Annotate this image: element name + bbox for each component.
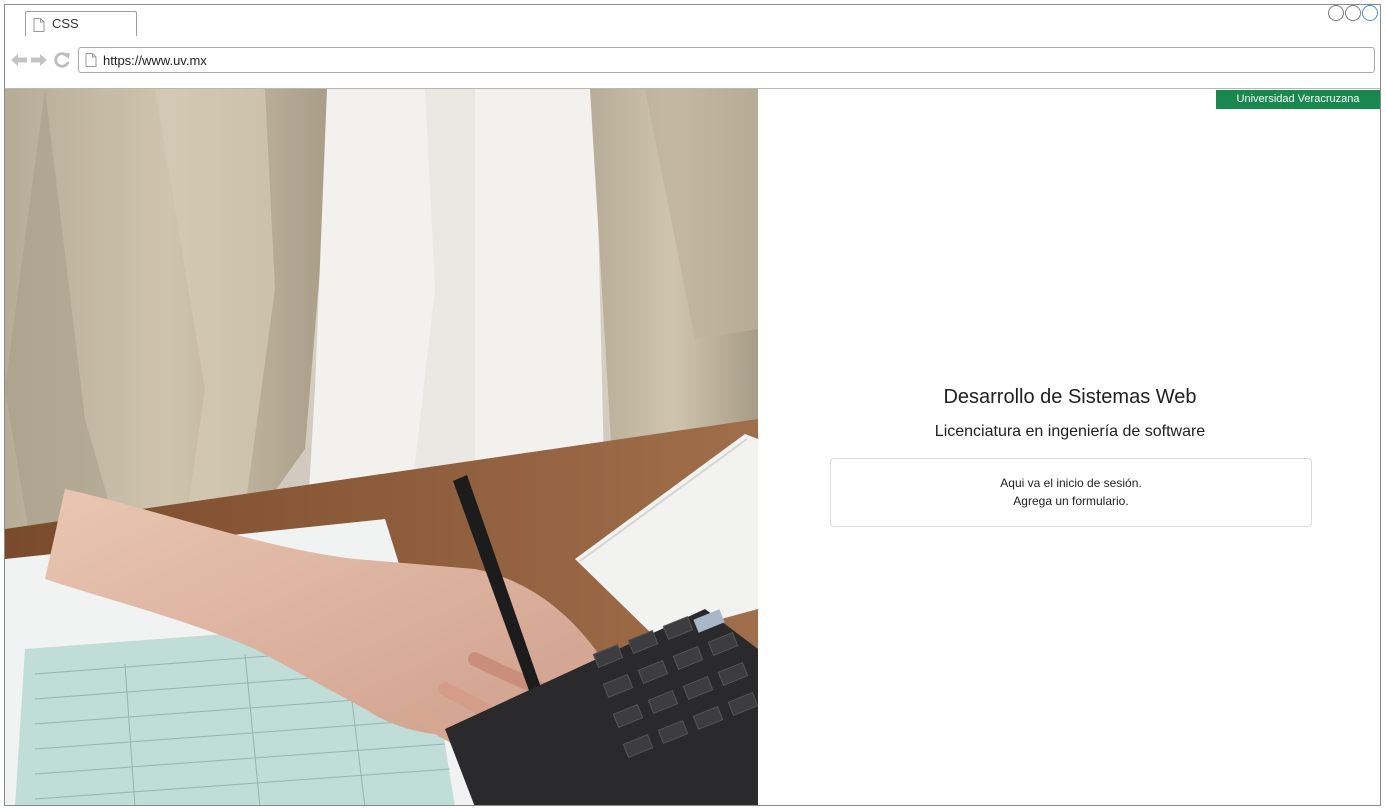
url-input[interactable] <box>103 51 1353 69</box>
page-icon <box>85 53 97 67</box>
page-subtitle: Licenciatura en ingeniería de software <box>934 423 1206 440</box>
address-bar <box>5 36 1380 89</box>
maximize-button[interactable] <box>1345 5 1361 21</box>
tab-title: CSS <box>52 16 79 31</box>
minimize-button[interactable] <box>1328 5 1344 21</box>
login-placeholder-text: Aqui va el inicio de sesión. <box>1000 476 1142 490</box>
close-button[interactable] <box>1362 5 1378 21</box>
arrow-left-icon[interactable] <box>10 51 28 69</box>
window-controls <box>1327 5 1378 26</box>
login-card: Aqui va el inicio de sesión. Agrega un f… <box>830 458 1312 527</box>
page-title: Desarrollo de Sistemas Web <box>943 386 1197 408</box>
browser-tab[interactable]: CSS <box>25 11 137 37</box>
browser-window: CSS https://www.uv.mx Universidad Veracr… <box>4 4 1381 806</box>
tab-bar: CSS <box>5 5 1380 37</box>
page-icon <box>33 18 45 32</box>
page-viewport: Universidad Veracruzana Desarrollo de Si… <box>5 89 1380 805</box>
login-instruction-text: Agrega un formulario. <box>1013 494 1129 508</box>
hero-image <box>5 89 758 805</box>
reload-icon[interactable] <box>53 51 71 69</box>
hero-photo-illustration <box>5 89 758 805</box>
arrow-right-icon[interactable] <box>30 51 48 69</box>
login-panel: Desarrollo de Sistemas Web Licenciatura … <box>758 89 1380 805</box>
url-bar[interactable] <box>78 47 1375 73</box>
